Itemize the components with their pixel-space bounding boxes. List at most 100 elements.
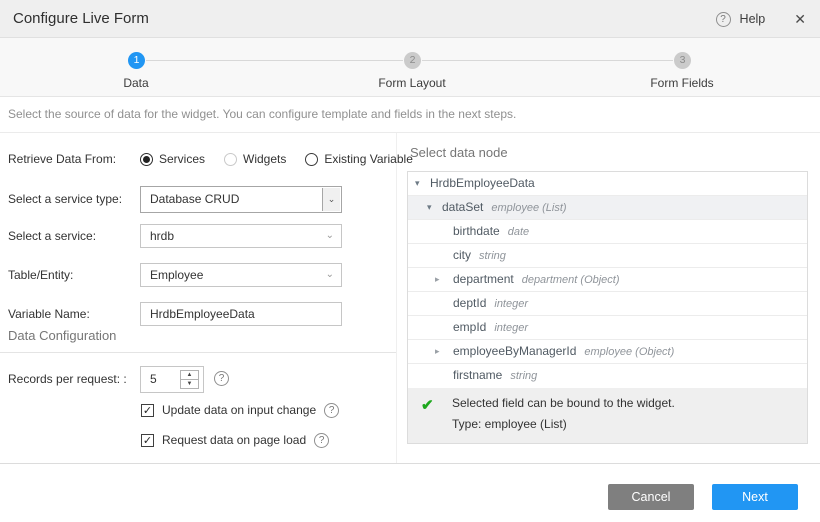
- records-per-request-label: Records per request: :: [8, 366, 127, 393]
- update-data-help-icon[interactable]: ?: [324, 403, 339, 418]
- tree-row-hrdbemployeedata[interactable]: ▾ HrdbEmployeeData: [408, 172, 807, 196]
- service-type-dropdown-icon[interactable]: ⌄: [322, 188, 340, 211]
- radio-existing-variable[interactable]: Existing Variable: [305, 152, 413, 166]
- tree-node-type: department (Object): [522, 274, 620, 286]
- tree-row-empid[interactable]: empIdinteger: [408, 316, 807, 340]
- radio-existing-variable-dot[interactable]: [305, 153, 318, 166]
- caret-expanded-icon[interactable]: ▾: [415, 172, 420, 195]
- service-label: Select a service:: [8, 224, 96, 248]
- step-2-circle[interactable]: 2: [404, 52, 421, 69]
- binding-status-message: ✔ Selected field can be bound to the wid…: [408, 388, 807, 443]
- update-data-checkbox-label: Update data on input change: [162, 403, 316, 417]
- tree-node-name: empIdinteger: [453, 316, 528, 340]
- tree-node-name: dataSetemployee (List): [442, 196, 567, 220]
- binding-status-line1: Selected field can be bound to the widge…: [452, 396, 675, 410]
- step-3-circle[interactable]: 3: [674, 52, 691, 69]
- tree-node-type: string: [479, 250, 506, 262]
- stepper-connector: [146, 60, 403, 61]
- tree-node-name: departmentdepartment (Object): [453, 268, 620, 292]
- radio-widgets-label: Widgets: [243, 152, 286, 166]
- update-data-checkbox[interactable]: ✓: [141, 404, 154, 417]
- step-2-label: Form Layout: [352, 76, 472, 90]
- success-check-icon: ✔: [421, 396, 434, 414]
- service-type-value: Database CRUD: [150, 187, 239, 212]
- request-data-help-icon[interactable]: ?: [314, 433, 329, 448]
- tree-row-employeebymanagerid[interactable]: ▸ employeeByManagerIdemployee (Object): [408, 340, 807, 364]
- records-per-request-stepper[interactable]: 5 ▲ ▼: [140, 366, 204, 393]
- caret-expanded-icon[interactable]: ▾: [427, 196, 432, 219]
- radio-widgets-dot[interactable]: [224, 153, 237, 166]
- configure-live-form-dialog: Configure Live Form ? Help ✕ 1 2 3 Data …: [0, 0, 820, 522]
- records-per-request-value: 5: [150, 367, 157, 392]
- table-entity-select[interactable]: Employee ⌄: [140, 263, 342, 287]
- tree-node-type: employee (List): [491, 202, 566, 214]
- retrieve-data-from-label: Retrieve Data From:: [8, 146, 116, 172]
- stepper-connector: [422, 60, 673, 61]
- next-button[interactable]: Next: [712, 484, 798, 510]
- service-type-label: Select a service type:: [8, 186, 122, 213]
- request-data-checkbox[interactable]: ✓: [141, 434, 154, 447]
- tree-node-name: citystring: [453, 244, 506, 268]
- variable-name-value: HrdbEmployeeData: [150, 303, 255, 325]
- radio-services-dot[interactable]: [140, 153, 153, 166]
- service-type-select[interactable]: Database CRUD ⌄: [140, 186, 342, 213]
- table-entity-chevron-icon[interactable]: ⌄: [326, 264, 334, 286]
- tree-row-department[interactable]: ▸ departmentdepartment (Object): [408, 268, 807, 292]
- help-icon[interactable]: ?: [716, 12, 731, 27]
- step-description-bar: Select the source of data for the widget…: [0, 97, 820, 133]
- dialog-header: Configure Live Form ? Help ✕: [0, 0, 820, 38]
- service-value: hrdb: [150, 225, 174, 247]
- cancel-button[interactable]: Cancel: [608, 484, 694, 510]
- radio-widgets[interactable]: Widgets: [224, 152, 286, 166]
- footer-divider: [0, 463, 820, 464]
- radio-services-label: Services: [159, 152, 205, 166]
- caret-collapsed-icon[interactable]: ▸: [435, 268, 440, 291]
- table-entity-value: Employee: [150, 264, 203, 286]
- update-data-checkbox-row: ✓ Update data on input change ?: [141, 402, 339, 418]
- tree-row-birthdate[interactable]: birthdatedate: [408, 220, 807, 244]
- spinner-buttons[interactable]: ▲ ▼: [180, 370, 199, 389]
- select-data-node-title: Select data node: [410, 145, 508, 160]
- close-icon[interactable]: ✕: [794, 11, 806, 28]
- service-select[interactable]: hrdb ⌄: [140, 224, 342, 248]
- records-help-icon[interactable]: ?: [214, 371, 229, 386]
- radio-services[interactable]: Services: [140, 152, 205, 166]
- radio-existing-variable-label: Existing Variable: [324, 152, 413, 166]
- panel-divider: [396, 133, 397, 463]
- caret-collapsed-icon[interactable]: ▸: [435, 340, 440, 363]
- data-node-tree: ▾ HrdbEmployeeData ▾ dataSetemployee (Li…: [407, 171, 808, 444]
- tree-row-firstname[interactable]: firstnamestring: [408, 364, 807, 388]
- tree-node-type: date: [508, 226, 529, 238]
- tree-row-city[interactable]: citystring: [408, 244, 807, 268]
- tree-row-deptid[interactable]: deptIdinteger: [408, 292, 807, 316]
- request-data-checkbox-row: ✓ Request data on page load ?: [141, 432, 329, 448]
- step-description: Select the source of data for the widget…: [8, 97, 516, 132]
- retrieve-data-from-radios: Services Widgets Existing Variable: [140, 146, 413, 172]
- tree-node-name: employeeByManagerIdemployee (Object): [453, 340, 674, 364]
- binding-status-line2: Type: employee (List): [452, 417, 567, 431]
- step-1-label: Data: [76, 76, 196, 90]
- tree-node-name: deptIdinteger: [453, 292, 528, 316]
- data-configuration-heading: Data Configuration: [8, 328, 116, 343]
- tree-node-name: HrdbEmployeeData: [430, 172, 535, 195]
- spinner-down-icon[interactable]: ▼: [181, 380, 198, 388]
- tree-node-name: birthdatedate: [453, 220, 529, 244]
- tree-node-name: firstnamestring: [453, 364, 537, 388]
- dialog-title: Configure Live Form: [13, 0, 149, 38]
- table-entity-label: Table/Entity:: [8, 263, 73, 287]
- tree-node-type: employee (Object): [584, 346, 674, 358]
- wizard-stepper: 1 2 3 Data Form Layout Form Fields: [0, 38, 820, 97]
- tree-node-type: integer: [494, 298, 528, 310]
- variable-name-input[interactable]: HrdbEmployeeData: [140, 302, 342, 326]
- variable-name-label: Variable Name:: [8, 302, 90, 326]
- tree-node-type: string: [510, 370, 537, 382]
- tree-node-type: integer: [494, 322, 528, 334]
- help-link[interactable]: Help: [740, 12, 766, 26]
- spinner-up-icon[interactable]: ▲: [181, 371, 198, 380]
- step-3-label: Form Fields: [622, 76, 742, 90]
- request-data-checkbox-label: Request data on page load: [162, 433, 306, 447]
- service-chevron-icon[interactable]: ⌄: [326, 225, 334, 247]
- section-divider: [0, 352, 396, 353]
- step-1-circle[interactable]: 1: [128, 52, 145, 69]
- tree-row-dataset[interactable]: ▾ dataSetemployee (List): [408, 196, 807, 220]
